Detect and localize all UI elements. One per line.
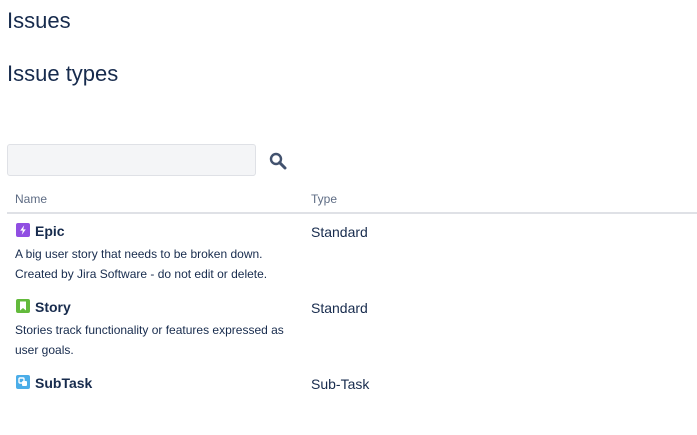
issue-type-description: Stories track functionality or features … [15, 323, 284, 357]
issues-admin-page: Issues Issue types Name Type Epic A big … [0, 0, 697, 435]
column-header-name: Name [15, 192, 48, 206]
issue-type-category: Sub-Task [311, 376, 370, 392]
issue-type-name[interactable]: SubTask [35, 375, 92, 392]
subtask-icon [16, 375, 30, 389]
section-title: Issue types [7, 61, 119, 86]
issue-type-name[interactable]: Story [35, 299, 71, 316]
story-icon [16, 299, 30, 313]
page-title: Issues [7, 8, 71, 33]
table-header: Name Type [7, 188, 697, 214]
issue-type-category: Standard [311, 300, 368, 316]
search-bar [7, 144, 295, 176]
column-header-type: Type [311, 192, 338, 206]
table-row-story: Story Stories track functionality or fea… [7, 290, 697, 366]
table-row-epic: Epic A big user story that needs to be b… [7, 214, 697, 290]
issue-type-description: A big user story that needs to be broken… [15, 247, 268, 281]
table-row-subtask: SubTask Sub-Task [7, 366, 697, 406]
issue-type-name[interactable]: Epic [35, 223, 65, 240]
epic-icon [16, 223, 30, 237]
issue-type-category: Standard [311, 224, 368, 240]
issue-types-table: Name Type Epic A big user story that nee… [7, 188, 697, 406]
search-input[interactable] [7, 144, 256, 176]
search-icon[interactable] [269, 152, 287, 170]
